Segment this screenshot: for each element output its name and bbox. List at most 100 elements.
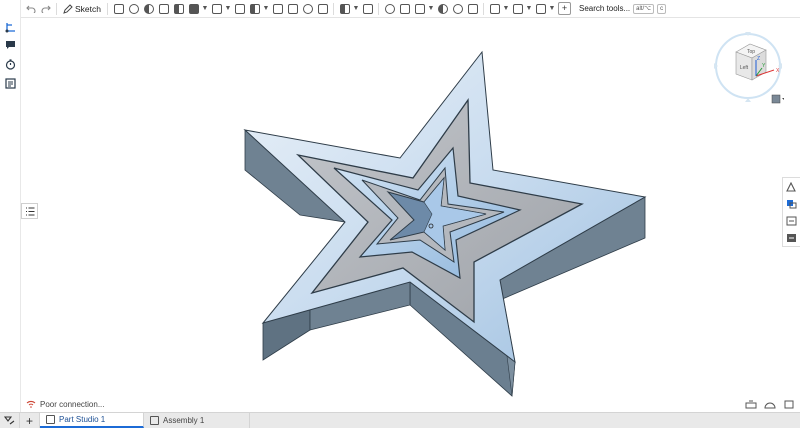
cylinder-icon — [317, 3, 328, 14]
parts-button[interactable] — [783, 195, 800, 212]
chevron-down-icon[interactable]: ▼ — [525, 1, 533, 17]
tab-part-studio-1[interactable]: Part Studio 1 — [40, 413, 144, 428]
mate-connector-icon — [5, 22, 15, 32]
tab-bar: + Part Studio 1 Assembly 1 — [0, 412, 800, 428]
cube-left-label: Left — [740, 65, 749, 71]
chevron-down-icon[interactable]: ▼ — [548, 1, 556, 17]
left-rail — [0, 0, 21, 412]
loft-icon — [158, 3, 169, 14]
mirror-button[interactable] — [412, 1, 427, 17]
display-icon[interactable] — [783, 400, 795, 409]
sheet-metal-icon — [489, 3, 500, 14]
mirror-icon — [414, 3, 425, 14]
sheet-metal-button[interactable] — [487, 1, 502, 17]
pattern-icon — [399, 3, 410, 14]
revolve-icon — [128, 3, 139, 14]
boolean-icon — [339, 3, 350, 14]
split-button[interactable] — [360, 1, 375, 17]
plus-icon: + — [561, 3, 568, 13]
surface-icon — [512, 3, 523, 14]
render-mode-icon[interactable] — [771, 94, 781, 104]
sweep-icon — [143, 3, 154, 14]
graphics-canvas[interactable] — [22, 19, 782, 411]
rib-icon — [272, 3, 283, 14]
enclose-button[interactable] — [186, 1, 201, 17]
loft-button[interactable] — [156, 1, 171, 17]
redo-button[interactable] — [38, 1, 53, 17]
transform-button[interactable] — [382, 1, 397, 17]
view-cube[interactable]: Top Left X Y Z — [712, 26, 784, 106]
chevron-down-icon[interactable]: ▼ — [262, 1, 270, 17]
sketch-button[interactable]: Sketch — [60, 1, 104, 17]
extrude-button[interactable] — [111, 1, 126, 17]
chevron-down-icon[interactable]: ▼ — [502, 1, 510, 17]
measure-button[interactable] — [783, 229, 800, 246]
connection-status: Poor connection... — [26, 398, 104, 410]
helix-button[interactable] — [465, 1, 480, 17]
toolbar-divider — [333, 2, 334, 15]
mass-properties-icon — [786, 216, 797, 225]
main-toolbar: Sketch ▼ ▼ ▼ ▼ ▼ ▼ ▼ ▼ + Search tools...… — [0, 0, 800, 18]
revolve-button[interactable] — [126, 1, 141, 17]
toolbar-divider — [483, 2, 484, 15]
right-rail — [782, 177, 800, 247]
chevron-down-icon[interactable] — [782, 98, 784, 100]
undo-button[interactable] — [23, 1, 38, 17]
variables-icon — [4, 77, 16, 89]
fillet-button[interactable] — [209, 1, 224, 17]
comment-rail-button[interactable] — [3, 38, 17, 52]
shell-icon — [287, 3, 298, 14]
comment-icon — [5, 41, 15, 49]
add-tab-button[interactable]: + — [20, 413, 40, 428]
sweep-button[interactable] — [141, 1, 156, 17]
wifi-warning-icon — [26, 400, 36, 408]
section-view-icon[interactable] — [745, 400, 757, 409]
frame-button[interactable] — [533, 1, 548, 17]
shell-button[interactable] — [285, 1, 300, 17]
parts-icon — [787, 199, 797, 208]
chevron-down-icon[interactable]: ▼ — [352, 1, 360, 17]
add-custom-feature-button[interactable]: + — [558, 2, 571, 15]
cube-top-label: Top — [747, 49, 755, 55]
cylinder-button[interactable] — [315, 1, 330, 17]
pattern-button[interactable] — [397, 1, 412, 17]
sketch-label: Sketch — [75, 3, 101, 14]
redo-icon — [41, 5, 51, 13]
split-icon — [362, 3, 373, 14]
chevron-down-icon[interactable]: ▼ — [427, 1, 435, 17]
plus-icon: + — [25, 413, 33, 428]
dome-view-icon[interactable] — [764, 400, 776, 409]
mass-properties-button[interactable] — [783, 212, 800, 229]
variables-rail-button[interactable] — [3, 76, 17, 90]
surface-button[interactable] — [510, 1, 525, 17]
plane-button[interactable] — [435, 1, 450, 17]
fillet-icon — [211, 3, 222, 14]
boolean-button[interactable] — [337, 1, 352, 17]
connection-status-text: Poor connection... — [40, 399, 105, 409]
chevron-down-icon[interactable]: ▼ — [201, 1, 209, 17]
draft-button[interactable] — [247, 1, 262, 17]
chamfer-icon — [234, 3, 245, 14]
appearance-button[interactable] — [783, 178, 800, 195]
history-rail-button[interactable] — [3, 57, 17, 71]
hole-icon — [302, 3, 313, 14]
chevron-down-icon[interactable]: ▼ — [224, 1, 232, 17]
thicken-button[interactable] — [171, 1, 186, 17]
enclose-icon — [188, 3, 199, 14]
toolbar-divider — [107, 2, 108, 15]
pencil-icon — [63, 3, 73, 14]
mate-connector-rail-button[interactable] — [3, 20, 17, 34]
search-tools[interactable]: Search tools... alt/⌥ c — [576, 2, 669, 15]
chamfer-button[interactable] — [232, 1, 247, 17]
transform-icon — [384, 3, 395, 14]
tab-assembly-1[interactable]: Assembly 1 — [144, 413, 250, 428]
tab-manager-button[interactable] — [0, 413, 20, 428]
mate-connector-button[interactable] — [450, 1, 465, 17]
shortcut-key: alt/⌥ — [633, 3, 655, 14]
shortcut-key: c — [657, 3, 667, 14]
rib-button[interactable] — [270, 1, 285, 17]
helix-icon — [467, 3, 478, 14]
plane-icon — [437, 3, 448, 14]
hole-button[interactable] — [300, 1, 315, 17]
draft-icon — [249, 3, 260, 14]
